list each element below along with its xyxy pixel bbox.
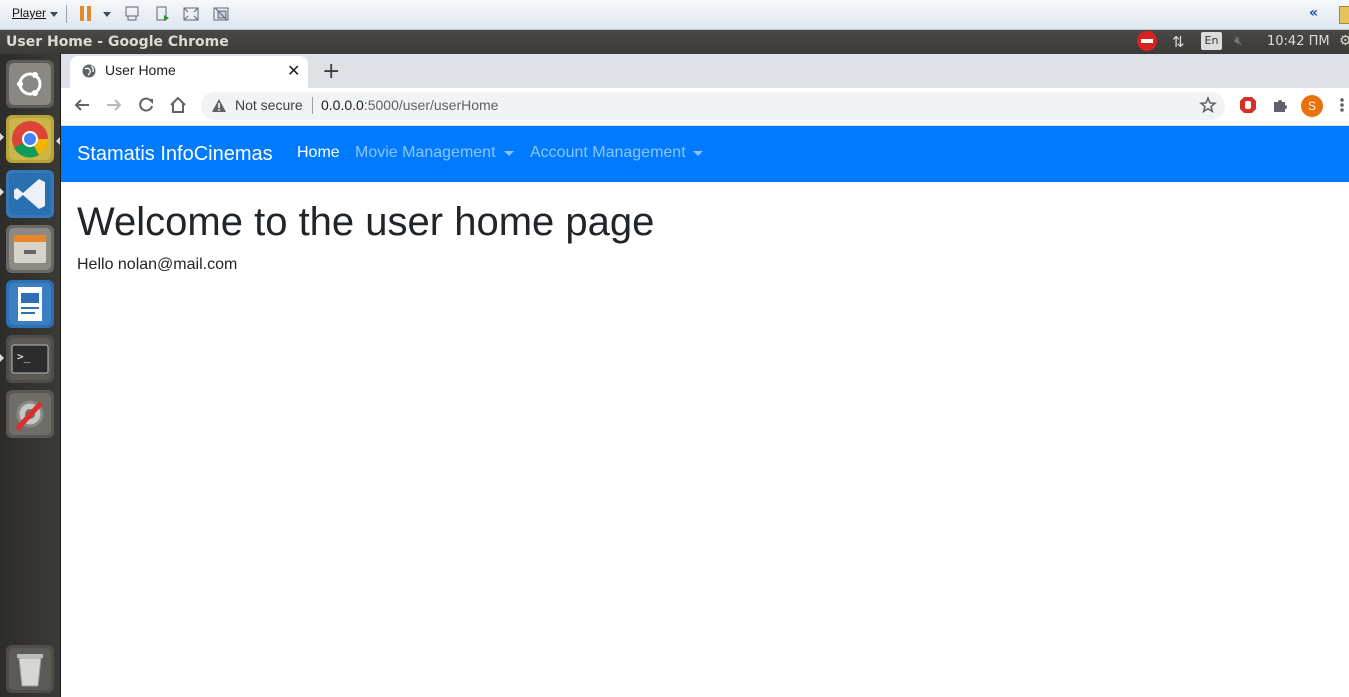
pause-icon-bar bbox=[87, 6, 91, 21]
home-icon[interactable] bbox=[169, 96, 187, 118]
account-dropdown-caret-icon[interactable] bbox=[693, 151, 703, 156]
svg-text:>_: >_ bbox=[17, 350, 31, 363]
pause-menu-chevron-icon[interactable] bbox=[103, 12, 111, 17]
player-menu-chevron-icon[interactable] bbox=[50, 12, 58, 17]
globe-icon bbox=[82, 63, 96, 82]
reload-icon[interactable] bbox=[137, 96, 155, 118]
close-tab-icon[interactable]: ✕ bbox=[287, 61, 300, 80]
warning-triangle-icon[interactable] bbox=[211, 98, 227, 118]
network-arrows-icon[interactable]: ⇅ bbox=[1172, 33, 1185, 51]
library-icon[interactable] bbox=[1339, 6, 1349, 24]
url-text[interactable]: 0.0.0.0:5000/user/userHome bbox=[321, 97, 498, 113]
vscode-icon[interactable] bbox=[6, 170, 54, 218]
new-tab-button[interactable]: + bbox=[322, 59, 340, 84]
back-arrow-icon[interactable] bbox=[73, 96, 91, 118]
volume-muted-icon[interactable]: 🔇︎ bbox=[1234, 33, 1243, 49]
unity-mode-icon[interactable] bbox=[212, 5, 230, 23]
navbar-brand[interactable]: Stamatis InfoCinemas bbox=[77, 143, 273, 166]
running-indicator bbox=[0, 188, 4, 196]
trash-icon[interactable] bbox=[6, 645, 54, 693]
send-ctrl-alt-del-icon[interactable] bbox=[124, 5, 142, 23]
user-greeting: Hello nolan@mail.com bbox=[77, 256, 238, 273]
ubuntu-top-panel: User Home - Google Chrome ⇅ En 🔇︎ 10:42 … bbox=[0, 30, 1349, 54]
running-indicator bbox=[0, 133, 4, 141]
profile-avatar[interactable]: S bbox=[1301, 95, 1323, 117]
adblock-hand-icon[interactable] bbox=[1239, 96, 1257, 118]
player-menu[interactable]: Player bbox=[12, 6, 46, 20]
running-indicator bbox=[0, 354, 4, 362]
player-menu-label: Player bbox=[12, 6, 47, 20]
extensions-puzzle-icon[interactable] bbox=[1271, 96, 1289, 118]
collapse-double-chevron-icon[interactable]: « bbox=[1309, 5, 1318, 21]
url-host: 0.0.0.0 bbox=[321, 97, 364, 113]
system-settings-icon[interactable] bbox=[6, 390, 54, 438]
file-manager-icon[interactable] bbox=[6, 225, 54, 273]
security-status-label[interactable]: Not secure bbox=[235, 97, 303, 113]
nav-account-management-dropdown[interactable]: Account Management bbox=[530, 144, 686, 162]
tab-title: User Home bbox=[105, 62, 176, 78]
forward-arrow-icon[interactable] bbox=[105, 96, 123, 118]
vm-player-toolbar: Player « bbox=[0, 0, 1349, 30]
keyboard-language-indicator[interactable]: En bbox=[1201, 32, 1222, 50]
bookmark-star-icon[interactable] bbox=[1199, 95, 1217, 118]
window-title: User Home - Google Chrome bbox=[6, 34, 229, 50]
ubuntu-dash-icon[interactable] bbox=[6, 60, 54, 108]
page-heading: Welcome to the user home page bbox=[77, 200, 655, 244]
active-window-indicator bbox=[56, 137, 60, 145]
terminal-icon[interactable]: >_ bbox=[6, 335, 54, 383]
chrome-menu-icon[interactable] bbox=[1340, 97, 1344, 117]
removable-devices-icon[interactable] bbox=[154, 5, 172, 23]
libreoffice-writer-icon[interactable] bbox=[6, 280, 54, 328]
address-divider bbox=[312, 97, 313, 114]
chrome-icon[interactable] bbox=[6, 115, 54, 163]
nav-movie-management-dropdown[interactable]: Movie Management bbox=[355, 144, 496, 162]
fit-window-icon[interactable] bbox=[182, 5, 200, 23]
no-entry-icon[interactable] bbox=[1137, 31, 1157, 51]
url-path: :5000/user/userHome bbox=[363, 97, 499, 113]
nav-home-link[interactable]: Home bbox=[297, 144, 340, 162]
clock[interactable]: 10:42 ПМ bbox=[1267, 34, 1330, 49]
toolbar-divider bbox=[66, 5, 67, 23]
settings-gear-icon[interactable]: ⚙ bbox=[1339, 33, 1349, 49]
pause-icon[interactable] bbox=[80, 6, 84, 21]
movie-dropdown-caret-icon[interactable] bbox=[504, 151, 514, 156]
